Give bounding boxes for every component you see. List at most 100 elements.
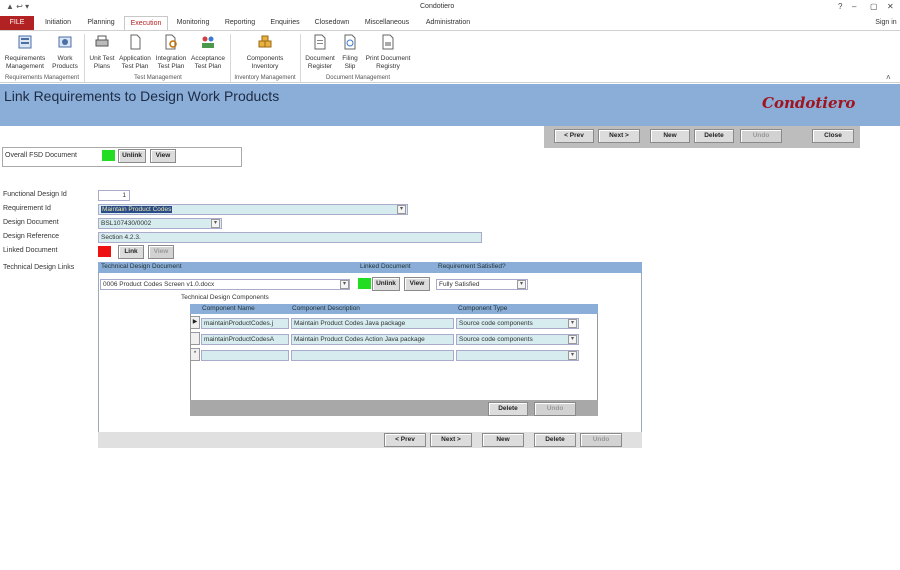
chevron-down-icon[interactable]: ▾: [397, 205, 406, 214]
form-header: Link Requirements to Design Work Product…: [0, 84, 900, 126]
col-technical-design-document: Technical Design Document: [101, 263, 182, 270]
ribbon-tabs: FILE Initiation Planning Execution Monit…: [0, 16, 900, 30]
row-selector-new[interactable]: *: [190, 348, 200, 361]
design-document-label: Design Document: [3, 219, 59, 226]
maximize-icon[interactable]: ▢: [870, 2, 878, 11]
new-button[interactable]: New: [650, 129, 690, 143]
acceptance-test-plan-button[interactable]: Acceptance Test Plan: [190, 34, 226, 71]
people-icon: [202, 36, 214, 48]
minimize-icon[interactable]: –: [852, 2, 856, 11]
overall-fsd-label: Overall FSD Document: [5, 152, 77, 159]
design-reference-field[interactable]: Section 4.2.3.: [98, 232, 482, 243]
close-button[interactable]: Close: [812, 129, 854, 143]
tab-enquiries[interactable]: Enquiries: [266, 16, 304, 30]
next-button[interactable]: Next >: [598, 129, 640, 143]
unit-test-plans-button[interactable]: Unit Test Plans: [86, 34, 118, 71]
register-icon: [314, 34, 326, 50]
new-component-name-field[interactable]: [201, 350, 289, 361]
requirements-management-button[interactable]: Requirements Management: [2, 34, 48, 71]
technical-design-links-label: Technical Design Links: [3, 264, 75, 271]
col-requirement-satisfied: Requirement Satisfied?: [438, 263, 506, 270]
work-products-button[interactable]: Work Products: [50, 34, 80, 71]
row-selector-current[interactable]: ▶: [190, 316, 200, 329]
tech-new-button[interactable]: New: [482, 433, 524, 447]
collapse-ribbon-icon[interactable]: ˄: [886, 73, 891, 82]
tech-delete-button[interactable]: Delete: [534, 433, 576, 447]
requirement-id-select[interactable]: Maintain Product Codes: [98, 204, 408, 215]
component-name-field[interactable]: maintainProductCodesA: [201, 334, 289, 345]
tab-planning[interactable]: Planning: [82, 16, 120, 30]
tab-administration[interactable]: Administration: [420, 16, 476, 30]
components-inventory-button[interactable]: Components Inventory: [242, 34, 288, 71]
chevron-down-icon[interactable]: ▾: [211, 219, 220, 228]
filing-slip-button[interactable]: Filing Slip: [338, 34, 362, 71]
chevron-down-icon[interactable]: ▾: [568, 319, 577, 328]
linked-document-indicator: [98, 246, 111, 257]
tech-unlink-button[interactable]: Unlink: [372, 277, 400, 291]
integration-test-plan-button[interactable]: Integration Test Plan: [154, 34, 188, 71]
undo-button[interactable]: Undo: [740, 129, 782, 143]
functional-design-id-field[interactable]: 1: [98, 190, 130, 201]
chevron-down-icon[interactable]: ▾: [568, 335, 577, 344]
delete-button[interactable]: Delete: [694, 129, 734, 143]
print-document-registry-button[interactable]: Print Document Registry: [362, 34, 414, 71]
tab-file[interactable]: FILE: [0, 16, 34, 30]
application-test-plan-button[interactable]: Application Test Plan: [118, 34, 152, 71]
logo: Condotiero: [762, 94, 856, 112]
component-name-field[interactable]: maintainProductCodes.j: [201, 318, 289, 329]
tech-next-button[interactable]: Next >: [430, 433, 472, 447]
technical-design-document-select[interactable]: 0006 Product Codes Screen v1.0.docx: [100, 279, 350, 290]
requirement-id-value: Maintain Product Codes: [101, 206, 173, 213]
col-component-description: Component Description: [292, 305, 360, 312]
group-label-document: Document Management: [325, 75, 391, 81]
design-reference-label: Design Reference: [3, 233, 60, 240]
prev-button[interactable]: < Prev: [554, 129, 594, 143]
component-type-select[interactable]: Source code components: [456, 318, 579, 329]
requirement-satisfied-select[interactable]: Fully Satisfied: [436, 279, 528, 290]
new-component-description-field[interactable]: [291, 350, 454, 361]
technical-design-footer: < Prev Next > New Delete Undo: [98, 432, 642, 448]
tech-undo-button[interactable]: Undo: [580, 433, 622, 447]
component-type-select[interactable]: Source code components: [456, 334, 579, 345]
boxes-icon: [258, 35, 272, 48]
tech-prev-button[interactable]: < Prev: [384, 433, 426, 447]
help-button[interactable]: ?: [838, 2, 842, 11]
functional-design-id-label: Functional Design Id: [3, 191, 67, 198]
component-undo-button[interactable]: Undo: [534, 402, 576, 416]
design-document-select[interactable]: BSL107430/0002: [98, 218, 222, 229]
tab-reporting[interactable]: Reporting: [220, 16, 260, 30]
component-description-field[interactable]: Maintain Product Codes Java package: [291, 318, 454, 329]
tab-closedown[interactable]: Closedown: [310, 16, 354, 30]
chevron-down-icon[interactable]: ▾: [517, 280, 526, 289]
tech-linked-indicator: [358, 278, 371, 289]
component-description-field[interactable]: Maintain Product Codes Action Java packa…: [291, 334, 454, 345]
tab-execution[interactable]: Execution: [124, 16, 168, 30]
document-register-button[interactable]: Document Register: [302, 34, 338, 71]
tab-initiation[interactable]: Initiation: [38, 16, 78, 30]
sign-in-link[interactable]: Sign in: [872, 16, 900, 30]
fsd-view-button[interactable]: View: [150, 149, 176, 163]
fsd-unlink-button[interactable]: Unlink: [118, 149, 146, 163]
fsd-linked-indicator: [102, 150, 115, 161]
magnifier-document-icon: [165, 34, 177, 50]
component-delete-button[interactable]: Delete: [488, 402, 528, 416]
close-icon[interactable]: ✕: [887, 2, 894, 11]
new-component-type-select[interactable]: [456, 350, 579, 361]
work-products-icon: [58, 36, 72, 48]
linked-document-label: Linked Document: [3, 247, 58, 254]
group-label-inventory: Inventory Management: [234, 75, 296, 81]
row-selector[interactable]: [190, 332, 200, 345]
title-bar: ▲ ↩ ▾ Condotiero ? – ▢ ✕: [0, 0, 900, 16]
chevron-down-icon[interactable]: ▾: [340, 280, 349, 289]
tech-view-button[interactable]: View: [404, 277, 430, 291]
group-label-requirements: Requirements Management: [4, 75, 80, 81]
tab-miscellaneous[interactable]: Miscellaneous: [360, 16, 414, 30]
linked-view-button[interactable]: View: [148, 245, 174, 259]
link-button[interactable]: Link: [118, 245, 144, 259]
technical-design-components-label: Technical Design Components: [181, 294, 269, 301]
col-component-type: Component Type: [458, 305, 508, 312]
group-separator: [84, 34, 85, 82]
page-title: Link Requirements to Design Work Product…: [4, 88, 280, 104]
tab-monitoring[interactable]: Monitoring: [172, 16, 214, 30]
chevron-down-icon[interactable]: ▾: [568, 351, 577, 360]
